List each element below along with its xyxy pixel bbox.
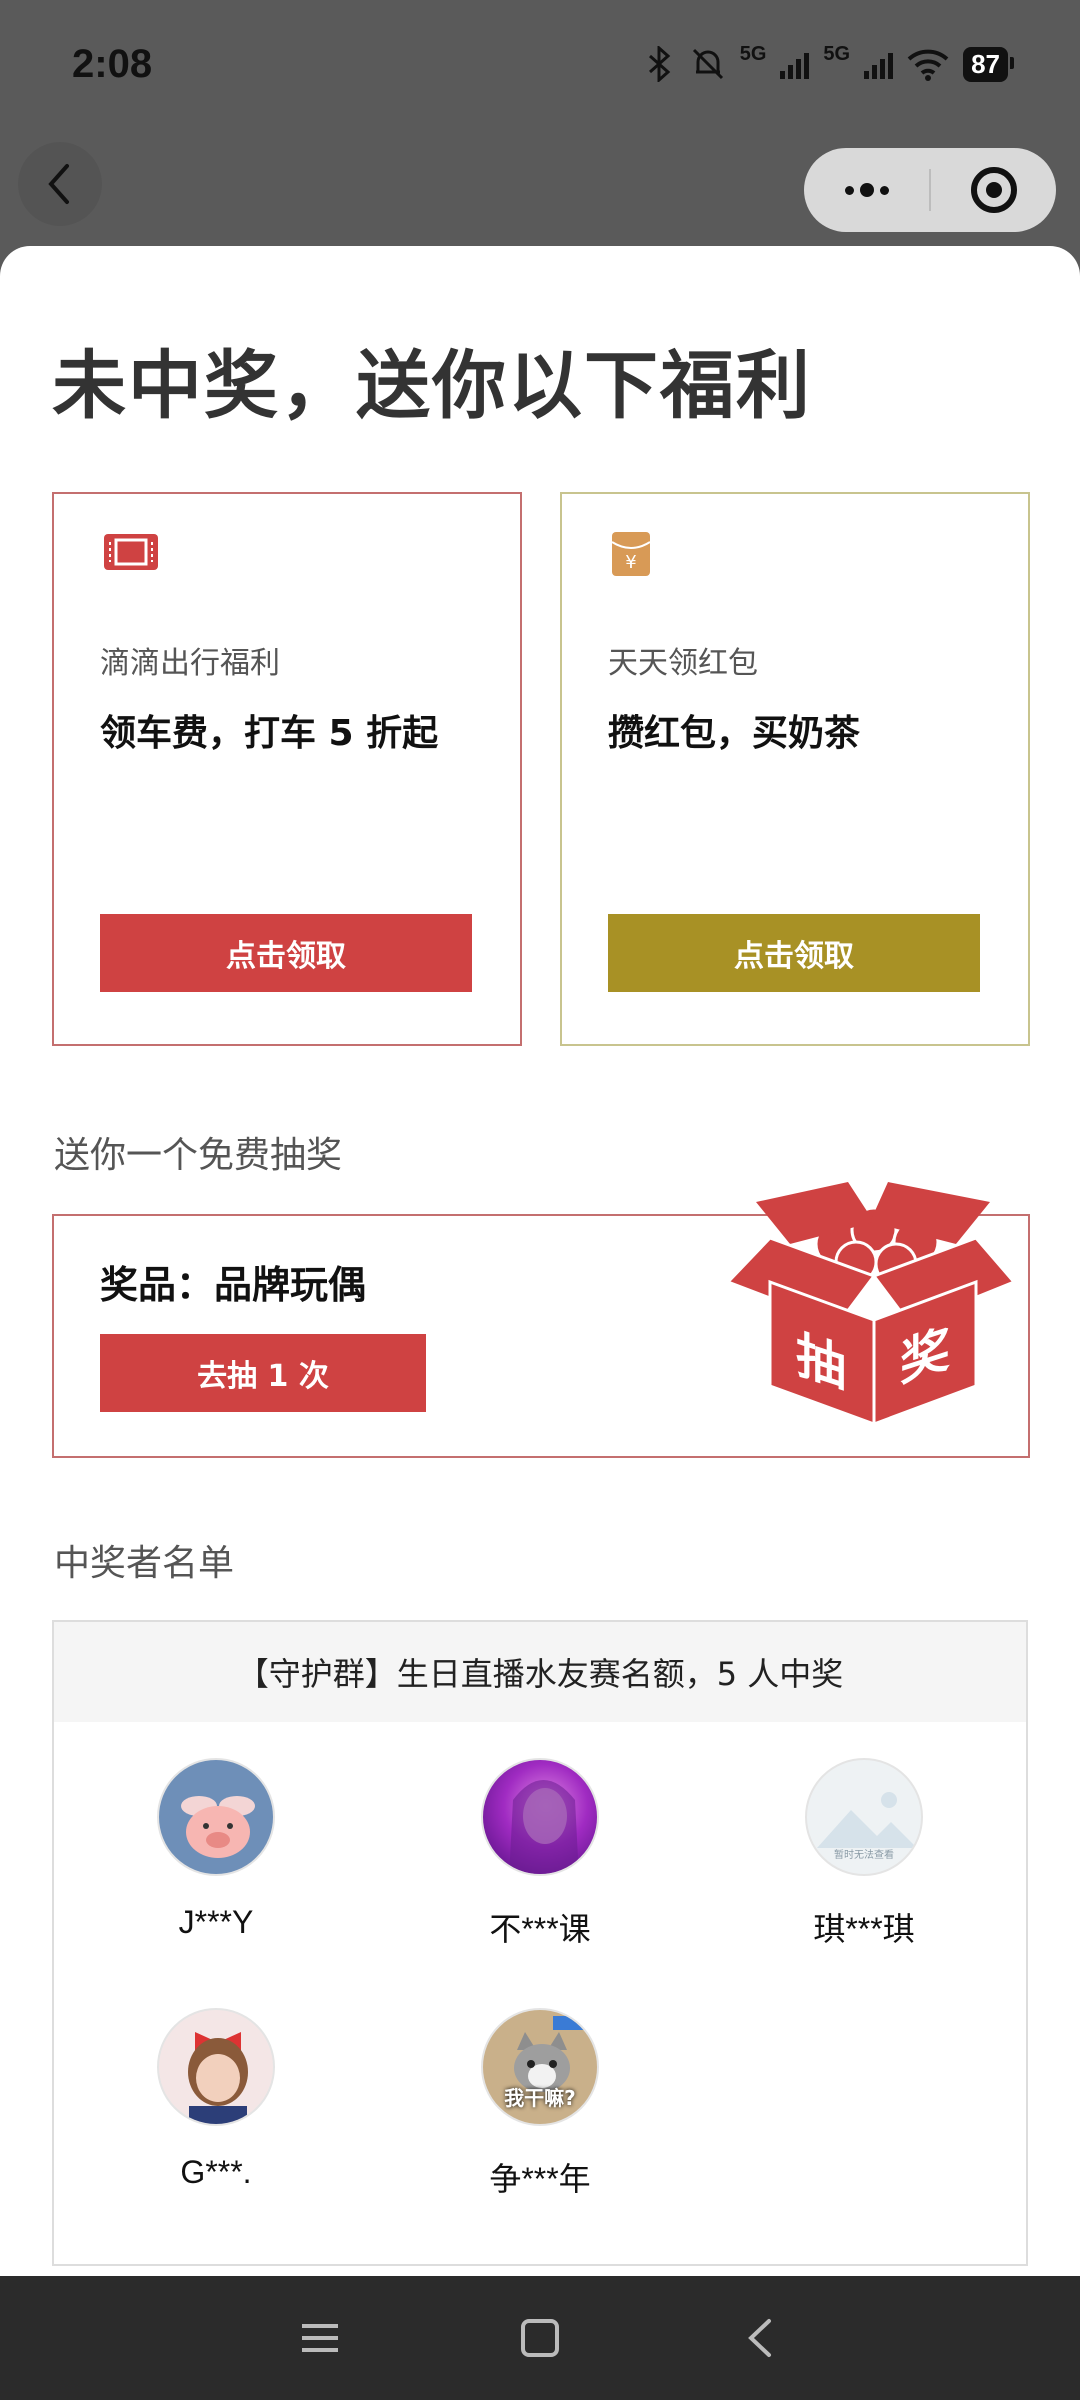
lottery-box-illustration: 抽 奖 xyxy=(725,1172,1018,1436)
prize-label: 奖品：品牌玩偶 xyxy=(100,1263,367,1307)
target-close-icon xyxy=(970,167,1017,213)
claim-red-envelope-button[interactable]: 点击领取 xyxy=(608,914,980,992)
placeholder-caption: 暂时无法查看 xyxy=(834,1850,894,1861)
winner-item: 我干嘛? 争***年 xyxy=(378,2008,702,2200)
winner-item: 暂时无法查看 琪***琪 xyxy=(702,1758,1026,1950)
back-nav-button[interactable] xyxy=(720,2298,800,2378)
system-nav-bar xyxy=(0,2276,1080,2400)
winners-section-title: 中奖者名单 xyxy=(54,1543,235,1584)
draw-once-button[interactable]: 去抽 1 次 xyxy=(100,1334,426,1412)
cat-caption: 我干嘛? xyxy=(504,2086,576,2110)
winners-header: 【守护群】生日直播水友赛名额，5 人中奖 xyxy=(54,1622,1026,1722)
card-headline: 攒红包，买奶茶 xyxy=(608,713,861,754)
card-subtitle: 滴滴出行福利 xyxy=(100,646,280,681)
signal-bars-2-icon xyxy=(864,49,894,79)
claim-didi-button[interactable]: 点击领取 xyxy=(100,914,472,992)
signal-5g-label-2: 5G xyxy=(823,42,851,65)
status-bar: 2:08 5G 5G 87 xyxy=(0,0,1080,138)
winner-item: J***Y xyxy=(54,1758,378,1941)
purple-girl-avatar xyxy=(481,1758,599,1876)
menu-icon xyxy=(302,2324,338,2352)
menu-nav-button[interactable] xyxy=(280,2298,360,2378)
cat-avatar: 我干嘛? xyxy=(481,2008,599,2126)
back-button[interactable] xyxy=(18,142,102,226)
winner-item: 不***课 xyxy=(378,1758,702,1950)
winner-name: 琪***琪 xyxy=(813,1911,915,1947)
signal-5g-label-1: 5G xyxy=(739,42,767,65)
red-envelope-icon: ¥ xyxy=(610,530,652,582)
child-avatar xyxy=(157,2008,275,2126)
more-button[interactable] xyxy=(804,148,929,232)
winners-list: 【守护群】生日直播水友赛名额，5 人中奖 J***Y 不***课 暂时无法查看 … xyxy=(52,1620,1028,2266)
battery-indicator: 87 xyxy=(963,46,1014,82)
card-subtitle: 天天领红包 xyxy=(608,646,758,681)
signal-bars-1-icon xyxy=(780,49,810,79)
miniprogram-capsule xyxy=(804,148,1056,232)
home-nav-button[interactable] xyxy=(500,2298,580,2378)
bluetooth-icon xyxy=(648,46,670,82)
card-headline: 领车费，打车 5 折起 xyxy=(100,713,439,754)
winner-item: G***. xyxy=(54,2008,378,2191)
placeholder-avatar: 暂时无法查看 xyxy=(805,1758,923,1876)
red-envelope-card: ¥ 天天领红包 攒红包，买奶茶 点击领取 xyxy=(560,492,1030,1046)
winner-name: 争***年 xyxy=(489,2161,591,2197)
home-square-icon xyxy=(521,2319,559,2357)
chevron-left-icon xyxy=(48,164,69,204)
page-title: 未中奖，送你以下福利 xyxy=(52,343,812,429)
back-arrow-icon xyxy=(748,2319,771,2357)
close-miniprogram-button[interactable] xyxy=(931,148,1056,232)
pig-avatar xyxy=(157,1758,275,1876)
didi-welfare-card: 滴滴出行福利 领车费，打车 5 折起 点击领取 xyxy=(52,492,522,1046)
free-lottery-section-title: 送你一个免费抽奖 xyxy=(54,1135,343,1176)
content-sheet: 未中奖，送你以下福利 滴滴出行福利 领车费，打车 5 折起 点击领取 ¥ 天天领… xyxy=(0,246,1080,2276)
more-dots-icon xyxy=(844,183,889,197)
status-time: 2:08 xyxy=(72,42,153,86)
winner-name: G***. xyxy=(180,2154,252,2190)
mute-bell-icon xyxy=(692,48,723,80)
status-icons: 5G 5G 87 xyxy=(644,42,1014,82)
svg-text:¥: ¥ xyxy=(625,552,636,573)
ticket-icon xyxy=(102,530,160,578)
winner-name: J***Y xyxy=(178,1904,254,1940)
wifi-icon xyxy=(907,49,949,81)
winner-name: 不***课 xyxy=(489,1911,591,1947)
